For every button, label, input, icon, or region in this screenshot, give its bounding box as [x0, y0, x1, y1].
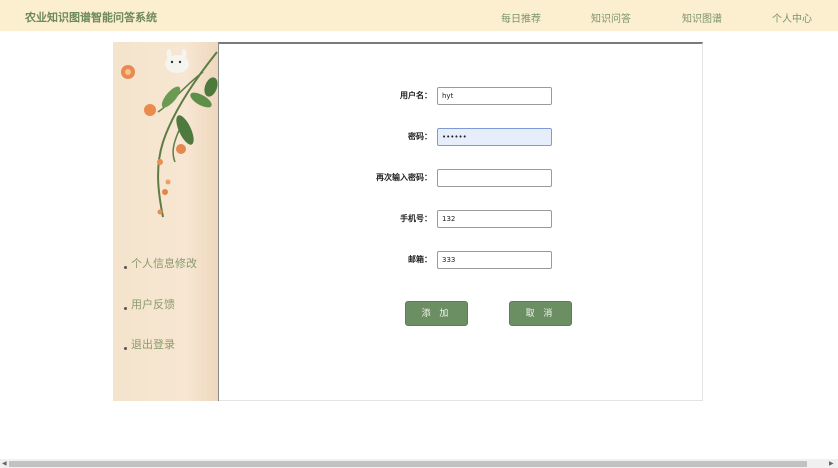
confirm-password-label: 再次输入密码： [376, 173, 432, 182]
bullet-icon [124, 346, 127, 350]
sidebar-item-profile-edit[interactable]: 个人信息修改 [124, 255, 197, 271]
sidebar-item-feedback[interactable]: 用户反馈 [124, 296, 175, 312]
app-title: 农业知识图谱智能问答系统 [25, 11, 157, 24]
horizontal-scrollbar[interactable]: ◀ ▶ [0, 459, 838, 468]
confirm-password-input[interactable] [437, 169, 552, 187]
top-navigation-bar: 农业知识图谱智能问答系统 每日推荐 知识问答 知识图谱 个人中心 [0, 0, 838, 31]
scroll-left-icon[interactable]: ◀ [2, 459, 7, 468]
password-input[interactable] [437, 128, 552, 146]
nav-daily-recommend[interactable]: 每日推荐 [501, 10, 541, 25]
username-label: 用户名： [400, 91, 432, 100]
sidebar: 个人信息修改 用户反馈 退出登录 [113, 42, 219, 401]
username-input[interactable] [437, 87, 552, 105]
add-button[interactable]: 添 加 [405, 301, 468, 326]
sidebar-item-label: 用户反馈 [131, 298, 175, 311]
password-label: 密码： [408, 132, 432, 141]
phone-input[interactable] [437, 210, 552, 228]
flower-decoration-image [121, 49, 218, 218]
bullet-icon [124, 265, 127, 269]
email-label: 邮箱： [408, 255, 432, 264]
sidebar-item-logout[interactable]: 退出登录 [124, 336, 175, 352]
sidebar-item-label: 个人信息修改 [131, 257, 197, 270]
nav-personal-center[interactable]: 个人中心 [772, 10, 812, 25]
cancel-button[interactable]: 取 消 [509, 301, 572, 326]
phone-label: 手机号： [400, 214, 432, 223]
scrollbar-thumb[interactable] [9, 461, 807, 467]
sidebar-item-label: 退出登录 [131, 338, 175, 351]
email-input[interactable] [437, 251, 552, 269]
scroll-right-icon[interactable]: ▶ [829, 459, 834, 468]
nav-knowledge-graph[interactable]: 知识图谱 [682, 10, 722, 25]
nav-knowledge-qa[interactable]: 知识问答 [591, 10, 631, 25]
bullet-icon [124, 306, 127, 310]
